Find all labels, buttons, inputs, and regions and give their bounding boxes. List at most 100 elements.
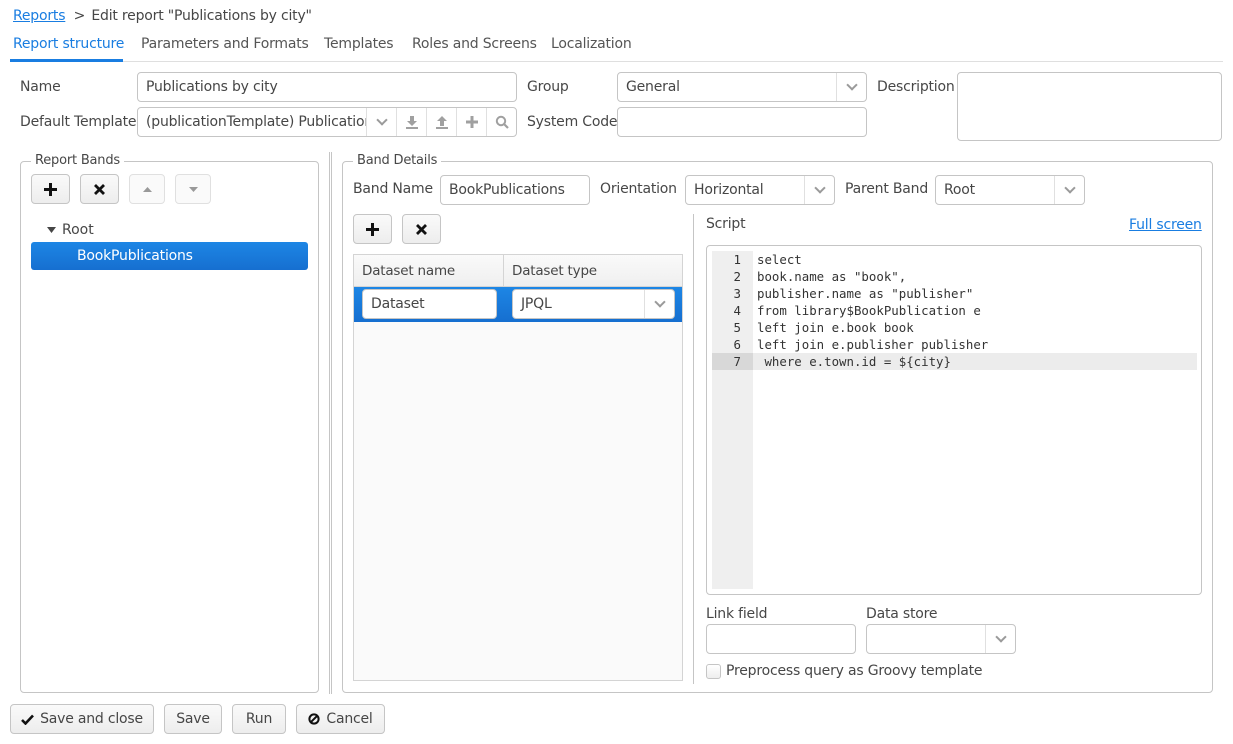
plus-icon bbox=[465, 116, 478, 128]
line-number: 3 bbox=[733, 286, 741, 301]
code-line: where e.town.id = ${city} bbox=[757, 354, 951, 369]
dataset-name-input[interactable]: Dataset bbox=[362, 289, 497, 319]
default-template-picker[interactable]: (publicationTemplate) Publication bbox=[137, 107, 517, 137]
groovy-template-checkbox[interactable] bbox=[706, 664, 721, 679]
chevron-down-icon bbox=[845, 79, 858, 91]
orientation-select[interactable]: Horizontal bbox=[685, 175, 835, 205]
cancel-button[interactable]: Cancel bbox=[296, 704, 385, 734]
line-number: 6 bbox=[733, 337, 741, 352]
data-store-select[interactable] bbox=[866, 624, 1016, 654]
link-field-input[interactable] bbox=[706, 624, 856, 654]
description-label: Description bbox=[877, 79, 955, 95]
line-number: 7 bbox=[733, 354, 741, 369]
upload-icon bbox=[435, 116, 448, 129]
full-screen-link[interactable]: Full screen bbox=[1129, 217, 1202, 233]
save-and-close-button[interactable]: Save and close bbox=[10, 704, 154, 734]
code-line: from library$BookPublication e bbox=[757, 303, 981, 318]
description-textarea[interactable] bbox=[957, 72, 1222, 141]
save-label: Save bbox=[176, 711, 210, 727]
save-button[interactable]: Save bbox=[164, 704, 222, 734]
default-template-label: Default Template bbox=[20, 114, 137, 130]
name-input[interactable]: Publications by city bbox=[137, 72, 517, 102]
chevron-down-icon bbox=[375, 114, 388, 126]
column-header-dataset-name[interactable]: Dataset name bbox=[354, 255, 504, 286]
dataset-type-dropdown-button[interactable] bbox=[644, 290, 674, 318]
orientation-dropdown-button[interactable] bbox=[804, 176, 834, 204]
name-label: Name bbox=[20, 79, 61, 95]
group-select-value: General bbox=[626, 79, 680, 95]
inner-split-handle[interactable] bbox=[693, 214, 695, 684]
band-name-input[interactable]: BookPublications bbox=[440, 175, 590, 205]
add-band-button[interactable] bbox=[31, 174, 70, 204]
add-dataset-button[interactable] bbox=[353, 214, 392, 244]
column-header-dataset-type[interactable]: Dataset type bbox=[504, 255, 682, 286]
tab-report-structure[interactable]: Report structure bbox=[13, 36, 124, 52]
download-template-button[interactable] bbox=[396, 108, 426, 136]
run-label: Run bbox=[245, 711, 273, 727]
check-icon bbox=[21, 714, 35, 725]
data-store-dropdown-button[interactable] bbox=[985, 625, 1015, 653]
group-select[interactable]: General bbox=[617, 72, 867, 102]
link-field-label: Link field bbox=[706, 606, 768, 622]
band-details-legend: Band Details bbox=[353, 153, 442, 168]
tree-node-root[interactable]: Root bbox=[31, 218, 308, 242]
data-store-value bbox=[867, 625, 985, 653]
caret-down-icon bbox=[188, 186, 198, 192]
remove-dataset-button[interactable] bbox=[402, 214, 441, 244]
line-number: 4 bbox=[733, 303, 741, 318]
system-code-label: System Code bbox=[527, 114, 618, 130]
breadcrumb-separator: > bbox=[73, 8, 86, 24]
report-bands-legend: Report Bands bbox=[31, 153, 124, 168]
data-store-label: Data store bbox=[866, 606, 938, 622]
run-button[interactable]: Run bbox=[232, 704, 286, 734]
script-editor[interactable]: 1 2 3 4 5 6 7 select book.name as "book", publis… bbox=[706, 245, 1202, 595]
chevron-down-icon bbox=[1063, 182, 1076, 194]
groovy-template-label[interactable]: Preprocess query as Groovy template bbox=[726, 663, 983, 679]
move-band-down-button[interactable] bbox=[175, 174, 211, 204]
remove-band-button[interactable] bbox=[80, 174, 119, 204]
active-tab-indicator bbox=[10, 59, 123, 62]
plus-icon bbox=[44, 182, 57, 196]
cancel-label: Cancel bbox=[326, 711, 373, 727]
dataset-type-value: JPQL bbox=[521, 296, 552, 312]
upload-template-button[interactable] bbox=[426, 108, 456, 136]
band-tree: Root BookPublications bbox=[31, 218, 308, 270]
tab-templates[interactable]: Templates bbox=[324, 36, 394, 52]
breadcrumb-current: Edit report "Publications by city" bbox=[91, 8, 312, 24]
orientation-label: Orientation bbox=[600, 181, 677, 197]
dataset-type-select[interactable]: JPQL bbox=[512, 289, 675, 319]
breadcrumb-reports-link[interactable]: Reports bbox=[13, 8, 66, 24]
tree-node-root-label: Root bbox=[62, 222, 94, 238]
parent-band-select[interactable]: Root bbox=[935, 175, 1085, 205]
code-line: book.name as "book", bbox=[757, 269, 907, 284]
plus-icon bbox=[366, 222, 379, 236]
move-band-up-button[interactable] bbox=[129, 174, 165, 204]
ban-icon bbox=[308, 713, 320, 725]
chevron-down-icon bbox=[994, 631, 1007, 643]
group-dropdown-button[interactable] bbox=[836, 73, 866, 101]
code-line: left join e.book book bbox=[757, 320, 914, 335]
table-row[interactable]: Dataset JPQL bbox=[354, 287, 682, 322]
dataset-table: Dataset name Dataset type Dataset JPQL bbox=[353, 254, 683, 681]
orientation-select-value: Horizontal bbox=[694, 182, 764, 198]
close-icon bbox=[416, 223, 427, 235]
group-label: Group bbox=[527, 79, 569, 95]
dataset-table-header: Dataset name Dataset type bbox=[354, 255, 682, 287]
chevron-down-icon bbox=[653, 296, 666, 308]
split-panel-handle[interactable] bbox=[329, 152, 332, 694]
parent-band-dropdown-button[interactable] bbox=[1054, 176, 1084, 204]
line-number: 1 bbox=[733, 252, 741, 267]
caret-down-icon[interactable] bbox=[47, 227, 56, 233]
tab-parameters-and-formats[interactable]: Parameters and Formats bbox=[141, 36, 309, 52]
tree-node-bookpublications-label: BookPublications bbox=[77, 248, 193, 264]
create-template-button[interactable] bbox=[456, 108, 486, 136]
lookup-template-button[interactable] bbox=[486, 108, 516, 136]
parent-band-label: Parent Band bbox=[845, 181, 929, 197]
search-icon bbox=[495, 115, 509, 129]
tab-localization[interactable]: Localization bbox=[551, 36, 632, 52]
system-code-input[interactable] bbox=[617, 107, 867, 137]
tree-node-bookpublications[interactable]: BookPublications bbox=[31, 242, 308, 270]
default-template-dropdown-button[interactable] bbox=[366, 108, 396, 136]
tab-roles-and-screens[interactable]: Roles and Screens bbox=[412, 36, 537, 52]
chevron-down-icon bbox=[813, 182, 826, 194]
